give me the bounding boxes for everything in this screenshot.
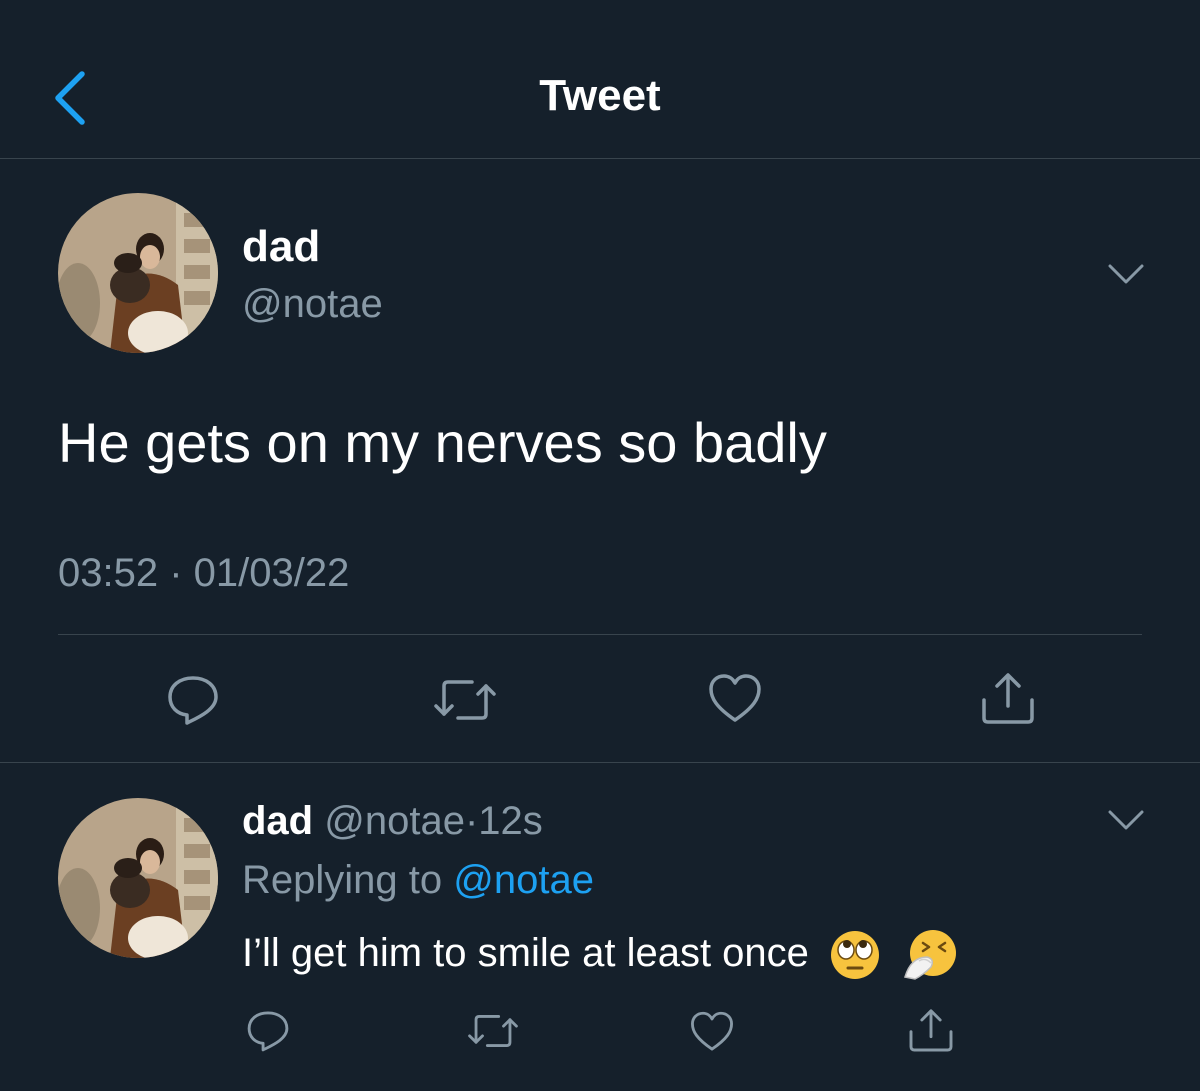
avatar[interactable] <box>58 798 218 958</box>
reply-button[interactable] <box>164 672 222 733</box>
reply-text-line: I’ll get him to smile at least once <box>242 926 961 983</box>
tweet-options-button[interactable] <box>1106 262 1146 286</box>
user-handle[interactable]: @notae <box>324 799 465 843</box>
avatar[interactable] <box>58 193 218 353</box>
replying-to-label: Replying to <box>242 858 443 902</box>
sneezing-face-icon <box>904 930 957 981</box>
like-button[interactable] <box>688 1010 736 1059</box>
top-nav-bar: Tweet <box>0 0 1200 159</box>
user-handle[interactable]: @notae <box>242 280 383 328</box>
chevron-down-icon <box>1108 264 1144 284</box>
display-name[interactable]: dad <box>242 222 320 272</box>
divider <box>58 634 1142 635</box>
like-icon <box>709 674 761 722</box>
retweet-button[interactable] <box>432 674 498 731</box>
replying-to-line: Replying to @notae <box>242 855 594 905</box>
reply-button[interactable] <box>244 1008 292 1059</box>
display-name[interactable]: dad <box>242 799 313 843</box>
reply-icon <box>247 1011 289 1052</box>
face-with-rolling-eyes-icon <box>831 931 880 980</box>
tweet-text: I’ll get him to smile at least once <box>242 931 809 975</box>
page-title: Tweet <box>539 71 661 120</box>
retweet-button[interactable] <box>466 1010 520 1057</box>
mention-link[interactable]: @notae <box>453 858 594 902</box>
share-button[interactable] <box>978 670 1038 731</box>
divider <box>0 762 1200 763</box>
share-icon <box>982 673 1034 724</box>
separator: · <box>464 799 479 843</box>
retweet-icon <box>468 1015 518 1047</box>
tweet-text: He gets on my nerves so badly <box>58 411 827 474</box>
share-icon <box>909 1009 953 1052</box>
reply-icon <box>168 676 218 725</box>
share-button[interactable] <box>906 1006 956 1059</box>
chevron-down-icon <box>1108 810 1144 830</box>
retweet-icon <box>434 680 496 720</box>
like-button[interactable] <box>706 672 764 731</box>
tweet-age: 12s <box>478 799 543 843</box>
reply-header: dad @notae·12s <box>242 796 543 846</box>
tweet-timestamp[interactable]: 03:52 · 01/03/22 <box>58 548 349 598</box>
like-icon <box>691 1011 733 1051</box>
tweet-options-button[interactable] <box>1106 808 1146 832</box>
